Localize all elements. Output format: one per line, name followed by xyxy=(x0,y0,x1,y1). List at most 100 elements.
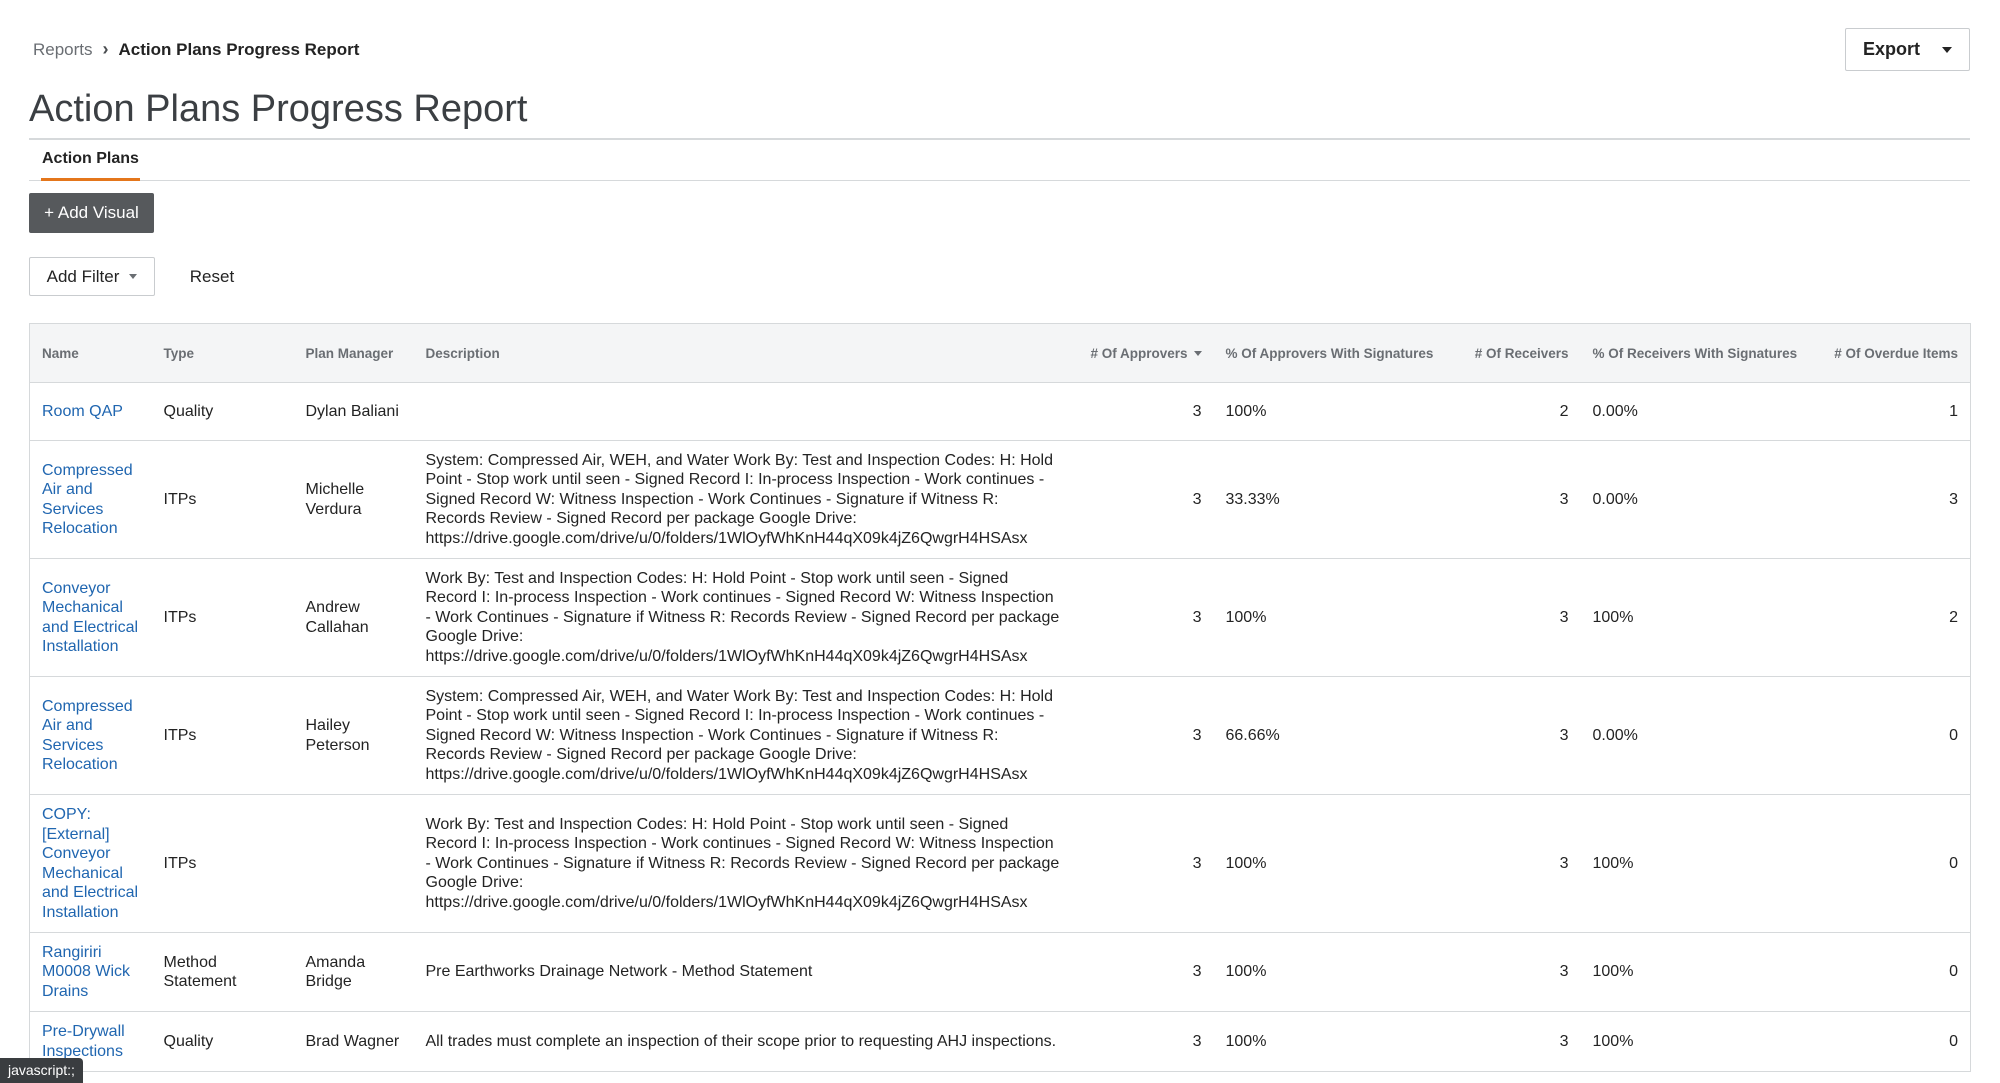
cell-plan-manager: Andrew Callahan xyxy=(293,558,414,677)
cell-receivers-pct: 0.00% xyxy=(1580,382,1813,441)
cell-approvers: 3 xyxy=(1073,932,1214,1012)
action-plan-link[interactable]: Pre-Drywall Inspections xyxy=(42,1023,125,1060)
cell-plan-manager: Brad Wagner xyxy=(293,1011,414,1072)
cell-plan-manager: Amanda Bridge xyxy=(293,932,414,1012)
export-button[interactable]: Export xyxy=(1845,28,1970,71)
reset-button[interactable]: Reset xyxy=(172,257,252,296)
cell-plan-manager: Michelle Verdura xyxy=(293,440,414,559)
cell-overdue: 0 xyxy=(1812,676,1971,795)
cell-type: ITPs xyxy=(151,440,294,559)
table-row: Compressed Air and Services Relocation IT… xyxy=(29,440,1971,559)
cell-receivers: 3 xyxy=(1454,932,1581,1012)
status-bar-url: javascript:; xyxy=(0,1058,83,1083)
column-header-description[interactable]: Description xyxy=(413,323,1074,383)
column-header-receivers[interactable]: # Of Receivers xyxy=(1454,323,1581,383)
breadcrumb-reports-link[interactable]: Reports xyxy=(33,40,93,60)
cell-type: Method Statement xyxy=(151,932,294,1012)
cell-approvers-pct: 33.33% xyxy=(1213,440,1455,559)
top-bar: Reports › Action Plans Progress Report E… xyxy=(29,28,1970,86)
cell-approvers: 3 xyxy=(1073,382,1214,441)
column-header-receivers-pct[interactable]: % Of Receivers With Signatures xyxy=(1580,323,1813,383)
sort-desc-icon xyxy=(1193,351,1202,357)
cell-description: Work By: Test and Inspection Codes: H: H… xyxy=(413,558,1074,677)
tab-bar: Action Plans xyxy=(29,150,1970,181)
cell-type: ITPs xyxy=(151,558,294,677)
cell-name: COPY: [External] Conveyor Mechanical and… xyxy=(29,794,152,933)
cell-receivers-pct: 0.00% xyxy=(1580,440,1813,559)
cell-description: All trades must complete an inspection o… xyxy=(413,1011,1074,1072)
column-header-type[interactable]: Type xyxy=(151,323,294,383)
export-button-label: Export xyxy=(1862,39,1920,59)
cell-type: ITPs xyxy=(151,676,294,795)
cell-plan-manager: Dylan Baliani xyxy=(293,382,414,441)
cell-receivers-pct: 100% xyxy=(1580,1011,1813,1072)
cell-receivers: 2 xyxy=(1454,382,1581,441)
cell-name: Compressed Air and Services Relocation xyxy=(29,440,152,559)
table-row: Pre-Drywall Inspections Quality Brad Wagne… xyxy=(29,1011,1971,1072)
column-header-approvers[interactable]: # Of Approvers xyxy=(1073,323,1214,383)
report-table: Name Type Plan Manager Description # Of … xyxy=(29,323,1971,1072)
cell-receivers: 3 xyxy=(1454,676,1581,795)
cell-approvers-pct: 100% xyxy=(1213,382,1455,441)
report-table-container: Name Type Plan Manager Description # Of … xyxy=(29,323,1971,1072)
caret-down-icon xyxy=(1942,46,1952,53)
action-plan-link[interactable]: Compressed Air and Services Relocation xyxy=(42,698,133,774)
table-row: Conveyor Mechanical and Electrical Insta… xyxy=(29,558,1971,677)
tab-action-plans[interactable]: Action Plans xyxy=(41,150,140,181)
chevron-right-icon: › xyxy=(102,39,109,59)
table-row: COPY: [External] Conveyor Mechanical and… xyxy=(29,794,1971,933)
action-plan-link[interactable]: Room QAP xyxy=(42,403,123,420)
cell-approvers-pct: 100% xyxy=(1213,932,1455,1012)
cell-name: Rangiriri M0008 Wick Drains xyxy=(29,932,152,1012)
cell-receivers: 3 xyxy=(1454,794,1581,933)
breadcrumb-current: Action Plans Progress Report xyxy=(118,39,360,59)
table-row: Rangiriri M0008 Wick Drains Method Statem… xyxy=(29,932,1971,1012)
cell-approvers: 3 xyxy=(1073,1011,1214,1072)
column-header-approvers-pct[interactable]: % Of Approvers With Signatures xyxy=(1213,323,1455,383)
column-header-approvers-label: # Of Approvers xyxy=(1090,345,1188,361)
cell-overdue: 2 xyxy=(1812,558,1971,677)
cell-approvers: 3 xyxy=(1073,558,1214,677)
cell-receivers: 3 xyxy=(1454,558,1581,677)
cell-type: ITPs xyxy=(151,794,294,933)
cell-overdue: 0 xyxy=(1812,794,1971,933)
add-visual-button[interactable]: + Add Visual xyxy=(29,193,154,233)
action-plan-link[interactable]: COPY: [External] Conveyor Mechanical and… xyxy=(42,806,138,921)
cell-name: Compressed Air and Services Relocation xyxy=(29,676,152,795)
cell-description xyxy=(413,382,1074,441)
cell-receivers-pct: 100% xyxy=(1580,558,1813,677)
action-plan-link[interactable]: Conveyor Mechanical and Electrical Insta… xyxy=(42,580,138,656)
cell-description: System: Compressed Air, WEH, and Water W… xyxy=(413,440,1074,559)
column-header-overdue[interactable]: # Of Overdue Items xyxy=(1812,323,1971,383)
cell-approvers-pct: 100% xyxy=(1213,558,1455,677)
cell-type: Quality xyxy=(151,382,294,441)
cell-approvers-pct: 66.66% xyxy=(1213,676,1455,795)
cell-overdue: 1 xyxy=(1812,382,1971,441)
cell-overdue: 0 xyxy=(1812,932,1971,1012)
cell-type: Quality xyxy=(151,1011,294,1072)
cell-approvers-pct: 100% xyxy=(1213,1011,1455,1072)
table-header-row: Name Type Plan Manager Description # Of … xyxy=(29,323,1971,383)
add-filter-label: Add Filter xyxy=(46,266,120,286)
cell-receivers-pct: 0.00% xyxy=(1580,676,1813,795)
cell-receivers-pct: 100% xyxy=(1580,794,1813,933)
column-header-plan-manager[interactable]: Plan Manager xyxy=(293,323,414,383)
cell-approvers: 3 xyxy=(1073,440,1214,559)
cell-name: Conveyor Mechanical and Electrical Insta… xyxy=(29,558,152,677)
cell-plan-manager xyxy=(293,794,414,933)
cell-description: Work By: Test and Inspection Codes: H: H… xyxy=(413,794,1074,933)
cell-overdue: 3 xyxy=(1812,440,1971,559)
cell-approvers: 3 xyxy=(1073,676,1214,795)
cell-plan-manager: Hailey Peterson xyxy=(293,676,414,795)
breadcrumb: Reports › Action Plans Progress Report xyxy=(33,39,359,60)
action-plan-link[interactable]: Compressed Air and Services Relocation xyxy=(42,462,133,538)
cell-description: Pre Earthworks Drainage Network - Method… xyxy=(413,932,1074,1012)
cell-overdue: 0 xyxy=(1812,1011,1971,1072)
add-filter-button[interactable]: Add Filter xyxy=(29,257,155,296)
action-plan-link[interactable]: Rangiriri M0008 Wick Drains xyxy=(42,944,130,1000)
cell-receivers: 3 xyxy=(1454,1011,1581,1072)
column-header-name[interactable]: Name xyxy=(29,323,152,383)
cell-approvers: 3 xyxy=(1073,794,1214,933)
cell-approvers-pct: 100% xyxy=(1213,794,1455,933)
page-title: Action Plans Progress Report xyxy=(29,88,528,130)
